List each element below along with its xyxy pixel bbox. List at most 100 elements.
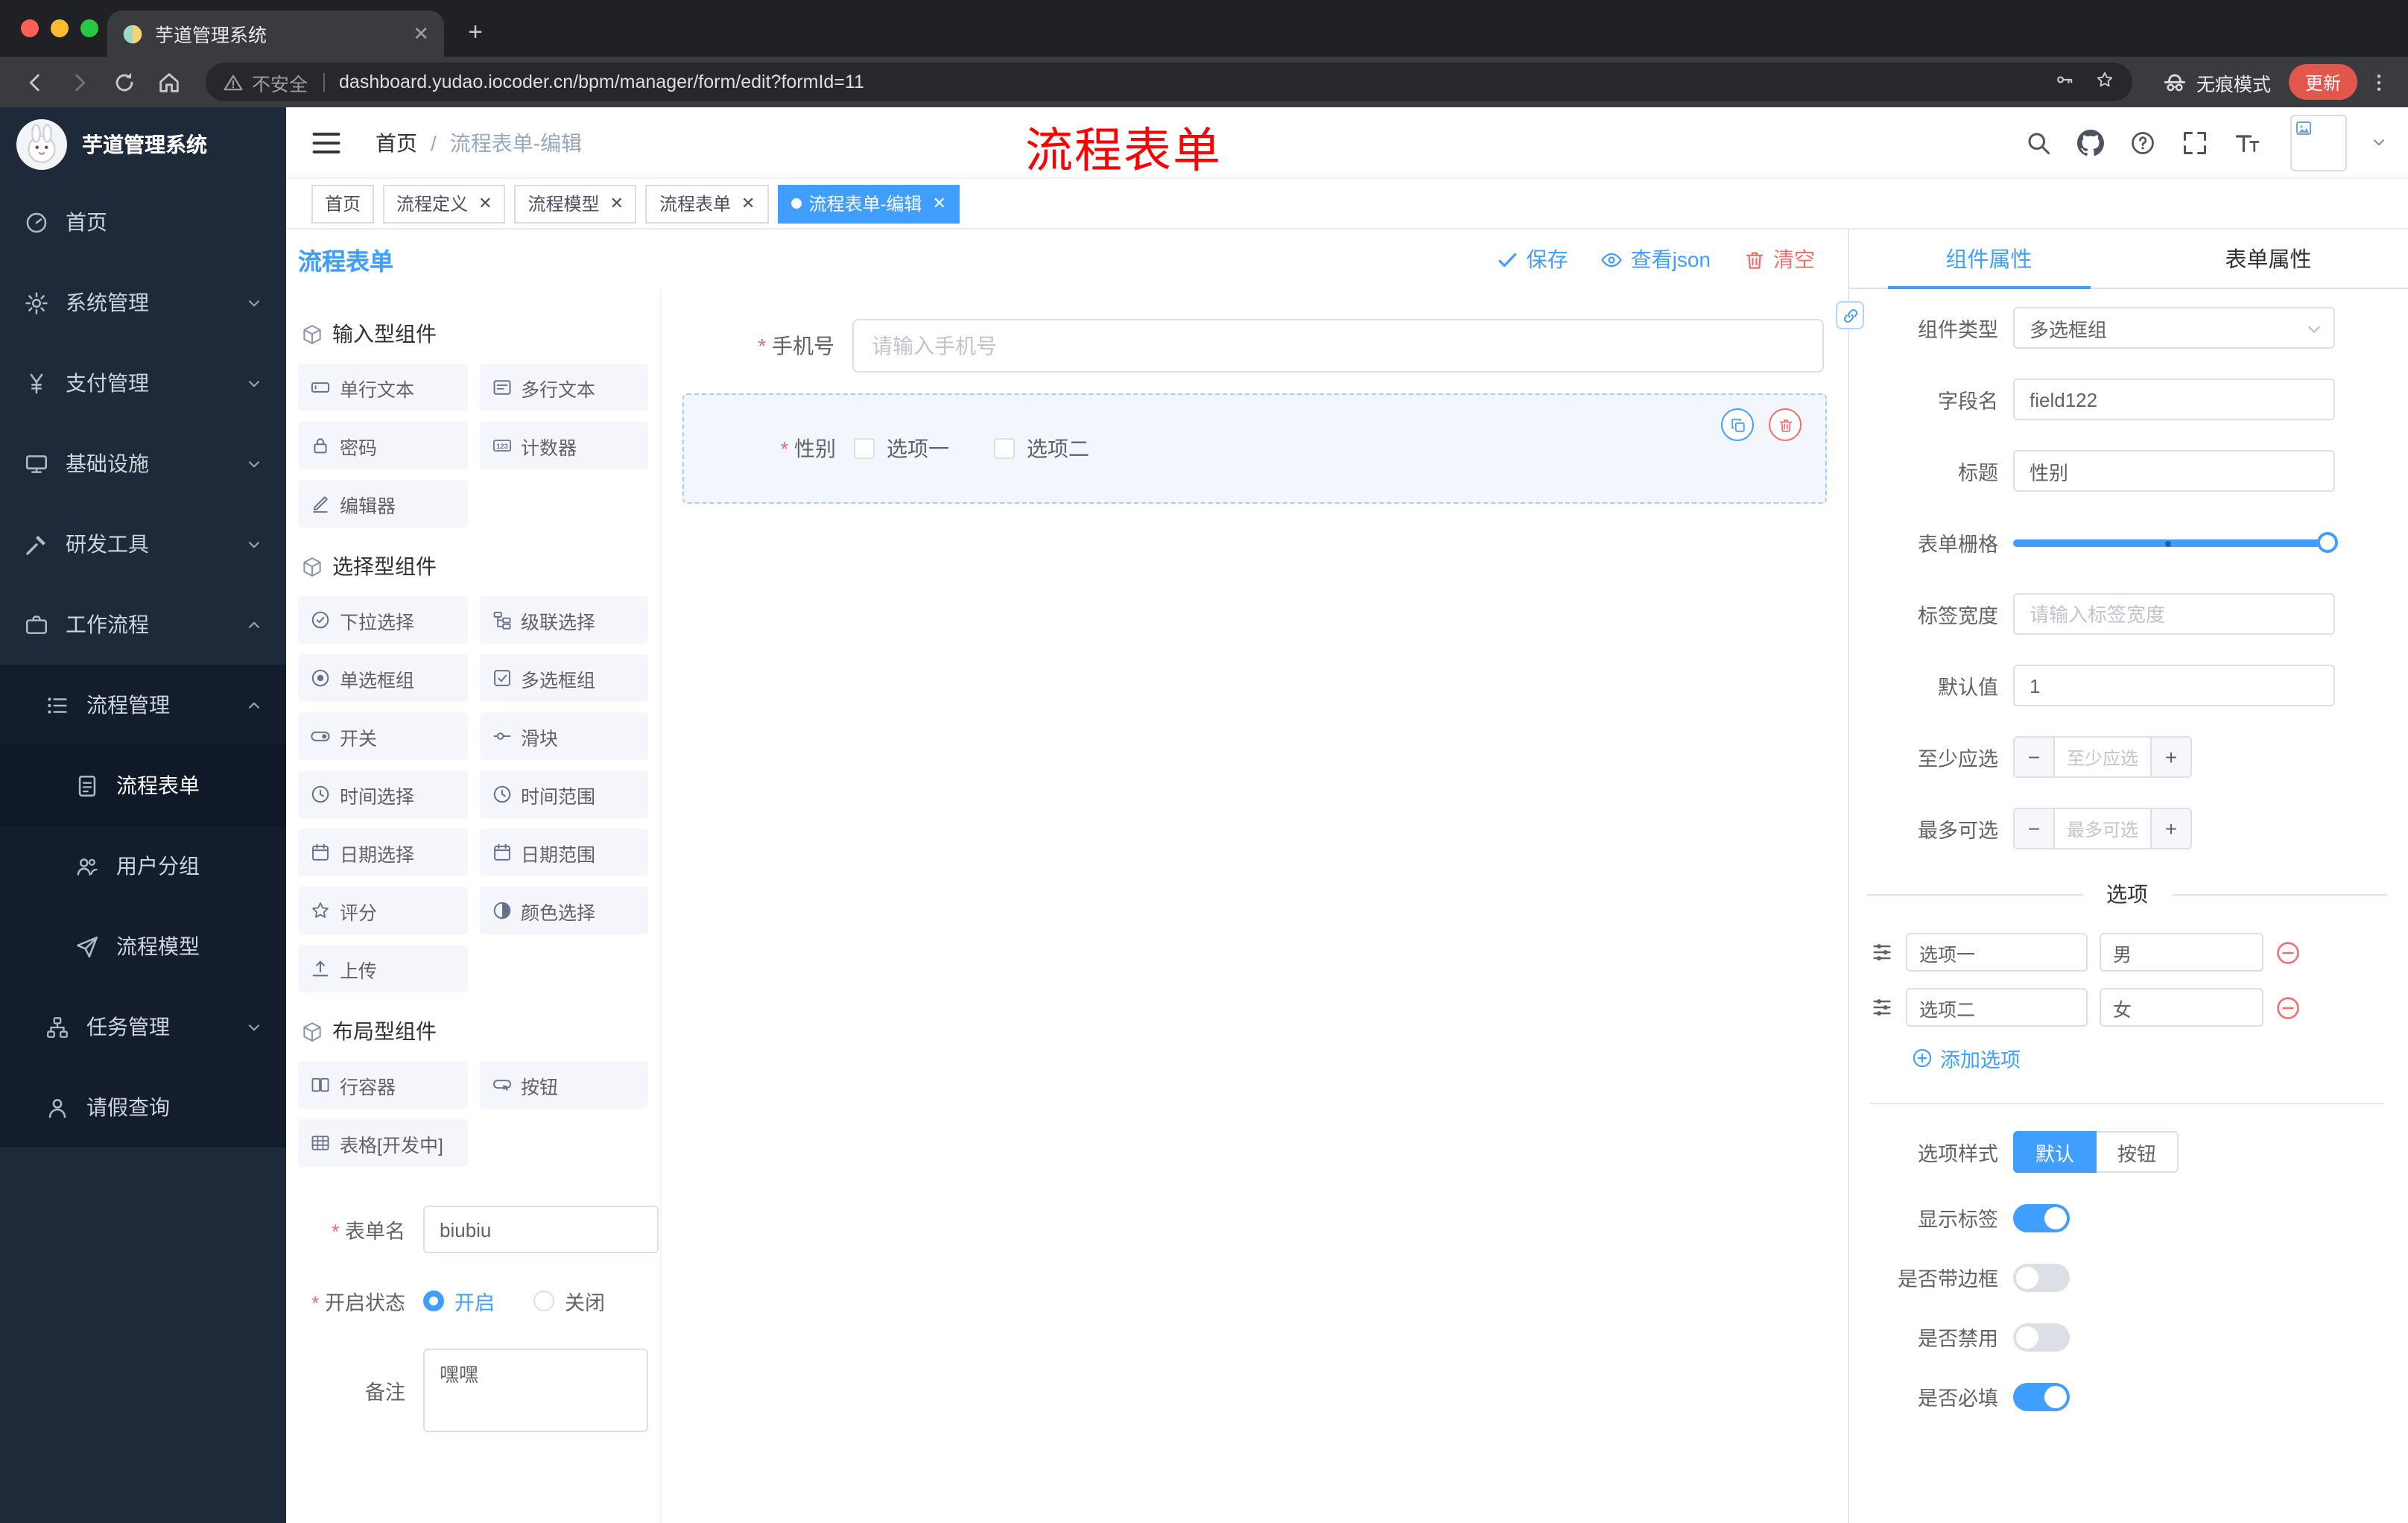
- palette-item-button[interactable]: 按钮: [479, 1061, 648, 1109]
- palette-item-cascader[interactable]: 级联选择: [479, 596, 648, 644]
- search-icon[interactable]: [2024, 128, 2052, 156]
- form-name-input[interactable]: [423, 1206, 659, 1253]
- palette-item-time-range[interactable]: 时间范围: [479, 770, 648, 818]
- copy-component-button[interactable]: [1721, 408, 1754, 441]
- delete-component-button[interactable]: [1769, 408, 1802, 441]
- remove-option-icon[interactable]: [2275, 940, 2301, 965]
- sidebar-item-user-group[interactable]: 用户分组: [0, 826, 286, 906]
- github-icon[interactable]: [2076, 128, 2104, 156]
- sidebar-item-workflow[interactable]: 工作流程: [0, 584, 286, 665]
- default-value-input[interactable]: [2013, 665, 2335, 706]
- home-button[interactable]: [149, 63, 188, 101]
- zoom-window-button[interactable]: [80, 19, 98, 37]
- show-label-switch[interactable]: [2013, 1203, 2070, 1232]
- forward-button[interactable]: [60, 63, 98, 101]
- user-avatar[interactable]: [2290, 114, 2347, 171]
- sidebar-item-process-mgmt[interactable]: 流程管理: [0, 665, 286, 745]
- palette-item-upload[interactable]: 上传: [298, 945, 467, 992]
- chrome-update-button[interactable]: 更新: [2288, 64, 2357, 100]
- app-logo[interactable]: 芋道管理系统: [0, 107, 286, 182]
- window-controls[interactable]: [21, 19, 98, 37]
- sidebar-item-task-mgmt[interactable]: 任务管理: [0, 987, 286, 1067]
- option-value-input[interactable]: [2100, 933, 2263, 972]
- palette-item-color-picker[interactable]: 颜色选择: [479, 887, 648, 934]
- palette-item-checkbox-group[interactable]: 多选框组: [479, 654, 648, 702]
- stepper-increase-button[interactable]: +: [2152, 809, 2190, 848]
- tab-form-props[interactable]: 表单属性: [2129, 229, 2408, 288]
- tag-close-icon[interactable]: ✕: [478, 194, 492, 213]
- phone-field-input[interactable]: [852, 319, 1824, 373]
- sidebar-item-system-mgmt[interactable]: 系统管理: [0, 262, 286, 343]
- save-button[interactable]: 保存: [1497, 244, 1568, 274]
- palette-item-row-container[interactable]: 行容器: [298, 1061, 467, 1109]
- checkbox-option-2[interactable]: 选项二: [994, 434, 1089, 463]
- breadcrumb-home[interactable]: 首页: [376, 127, 417, 157]
- form-remark-textarea[interactable]: 嘿嘿: [423, 1349, 648, 1432]
- close-window-button[interactable]: [21, 19, 39, 37]
- stepper-decrease-button[interactable]: −: [2015, 809, 2053, 848]
- palette-item-date-picker[interactable]: 日期选择: [298, 829, 467, 876]
- stepper-decrease-button[interactable]: −: [2015, 738, 2053, 776]
- address-bar[interactable]: 不安全 dashboard.yudao.iocoder.cn/bpm/manag…: [206, 63, 2132, 101]
- option-value-input[interactable]: [2100, 988, 2263, 1027]
- sidebar-item-home[interactable]: 首页: [0, 182, 286, 262]
- sidebar-item-infrastructure[interactable]: 基础设施: [0, 423, 286, 504]
- tag-close-icon[interactable]: ✕: [610, 194, 624, 213]
- stepper-value[interactable]: 至少应选: [2053, 738, 2152, 776]
- tab-close-icon[interactable]: ✕: [413, 22, 429, 45]
- slider-handle[interactable]: [2317, 532, 2338, 553]
- palette-item-password[interactable]: 密码: [298, 422, 467, 469]
- palette-item-time-picker[interactable]: 时间选择: [298, 770, 467, 818]
- stepper-increase-button[interactable]: +: [2152, 738, 2190, 776]
- user-menu-caret-icon[interactable]: [2371, 134, 2387, 151]
- stepper-value[interactable]: 最多可选: [2053, 809, 2152, 848]
- style-button-button[interactable]: 按钮: [2097, 1131, 2179, 1173]
- minimize-window-button[interactable]: [51, 19, 69, 37]
- tag-process-form-edit[interactable]: 流程表单-编辑 ✕: [777, 184, 960, 223]
- link-icon[interactable]: [1836, 301, 1864, 329]
- sidebar-item-leave-query[interactable]: 请假查询: [0, 1067, 286, 1147]
- tag-process-definition[interactable]: 流程定义 ✕: [383, 184, 506, 223]
- canvas-field-gender-selected[interactable]: 性别 选项一 选项二: [682, 393, 1827, 504]
- bookmark-star-icon[interactable]: [2095, 70, 2114, 94]
- canvas-field-phone[interactable]: 手机号: [682, 307, 1827, 384]
- radio-status-off[interactable]: 关闭: [533, 1286, 605, 1316]
- sidebar-item-process-form[interactable]: 流程表单: [0, 745, 286, 826]
- drag-handle-icon[interactable]: [1870, 995, 1894, 1019]
- tag-close-icon[interactable]: ✕: [932, 194, 945, 213]
- palette-item-single-line-text[interactable]: 单行文本: [298, 364, 467, 411]
- required-switch[interactable]: [2013, 1382, 2070, 1410]
- field-name-input[interactable]: [2013, 379, 2335, 420]
- palette-item-radio-group[interactable]: 单选框组: [298, 654, 467, 702]
- tag-process-form[interactable]: 流程表单 ✕: [645, 184, 769, 223]
- fullscreen-icon[interactable]: [2180, 128, 2208, 156]
- checkbox-icon[interactable]: [854, 438, 875, 459]
- back-button[interactable]: [15, 63, 54, 101]
- title-input[interactable]: [2013, 450, 2335, 492]
- drag-handle-icon[interactable]: [1870, 940, 1894, 964]
- sidebar-item-payment-mgmt[interactable]: 支付管理: [0, 343, 286, 423]
- checkbox-icon[interactable]: [994, 438, 1015, 459]
- option-label-input[interactable]: [1906, 933, 2088, 972]
- add-option-button[interactable]: 添加选项: [1912, 1043, 2387, 1073]
- clear-button[interactable]: 清空: [1743, 244, 1815, 274]
- font-size-icon[interactable]: [2232, 128, 2260, 156]
- form-grid-slider[interactable]: [2013, 522, 2338, 563]
- hamburger-icon[interactable]: [310, 126, 343, 159]
- browser-tab[interactable]: 芋道管理系统 ✕: [107, 10, 444, 57]
- palette-item-date-range[interactable]: 日期范围: [479, 829, 648, 876]
- sidebar-item-process-model[interactable]: 流程模型: [0, 906, 286, 987]
- palette-item-switch[interactable]: 开关: [298, 712, 467, 760]
- label-width-input[interactable]: [2013, 593, 2335, 635]
- radio-status-on[interactable]: 开启: [423, 1286, 495, 1316]
- palette-item-rate[interactable]: 评分: [298, 887, 467, 934]
- view-json-button[interactable]: 查看json: [1601, 244, 1711, 274]
- sidebar-item-dev-tools[interactable]: 研发工具: [0, 504, 286, 584]
- reload-button[interactable]: [104, 63, 143, 101]
- remove-option-icon[interactable]: [2275, 995, 2301, 1020]
- disabled-switch[interactable]: [2013, 1323, 2070, 1351]
- style-default-button[interactable]: 默认: [2013, 1131, 2097, 1173]
- new-tab-button[interactable]: +: [456, 13, 495, 52]
- palette-item-table[interactable]: 表格[开发中]: [298, 1119, 467, 1167]
- form-canvas[interactable]: 手机号 性别: [662, 289, 1848, 1523]
